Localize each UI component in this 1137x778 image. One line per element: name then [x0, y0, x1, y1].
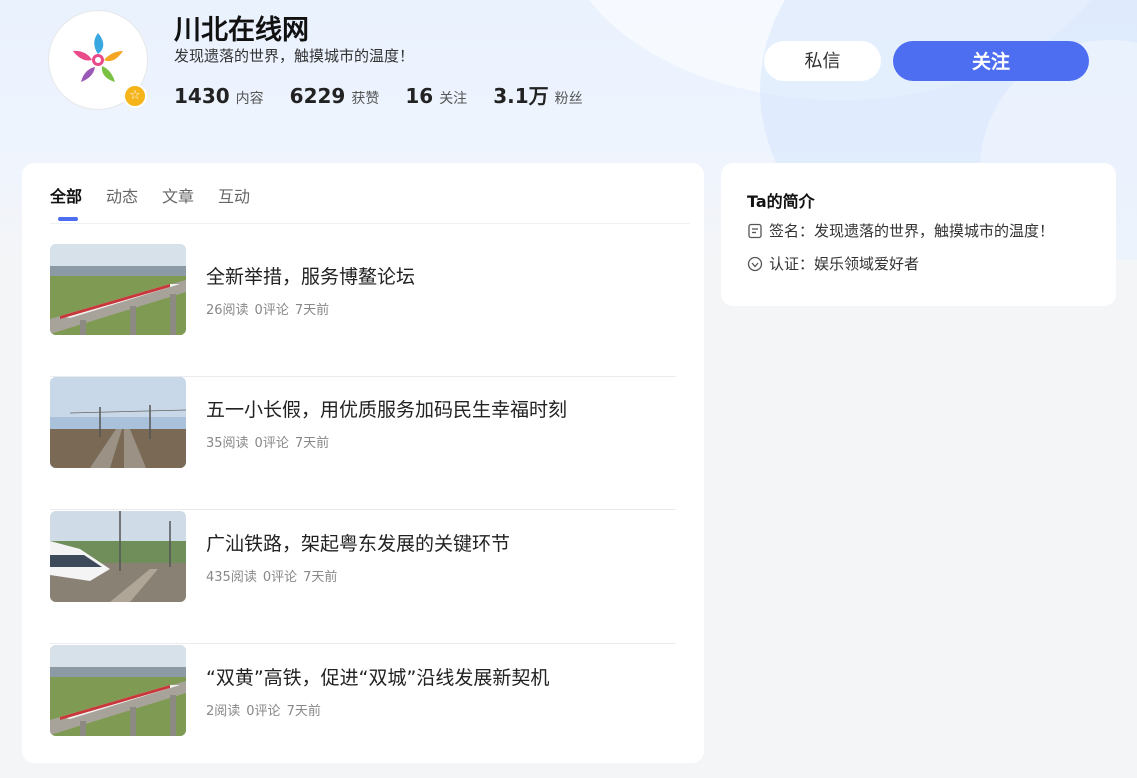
- article-item[interactable]: 全新举措，服务博鳌论坛 26阅读 0评论 7天前: [50, 244, 676, 377]
- profile-name: 川北在线网: [174, 15, 309, 46]
- train-bridge-icon: [50, 244, 186, 335]
- tab-all[interactable]: 全部: [50, 183, 82, 221]
- tab-interaction[interactable]: 互动: [218, 183, 250, 221]
- divider: [50, 509, 676, 510]
- tab-divider: [50, 223, 690, 224]
- certification-text: 认证：娱乐领域爱好者: [769, 255, 920, 273]
- article-title[interactable]: 全新举措，服务博鳌论坛: [206, 262, 415, 289]
- tab-articles[interactable]: 文章: [162, 183, 194, 221]
- comment-count: 0评论: [262, 570, 298, 585]
- article-item[interactable]: 广汕铁路，架起粤东发展的关键环节 435阅读 0评论 7天前: [50, 511, 676, 644]
- read-count: 2阅读: [206, 704, 241, 719]
- private-message-button[interactable]: 私信: [764, 41, 881, 81]
- content-card: 全部 动态 文章 互动 全新举措，服务博鳌论坛 26阅读 0评论 7天前 五一小…: [22, 163, 704, 763]
- intro-title: Ta的简介: [747, 192, 815, 211]
- stat-label: 关注: [439, 91, 468, 107]
- article-meta: 26阅读 0评论 7天前: [206, 299, 329, 318]
- intro-card: Ta的简介 签名：发现遗落的世界，触摸城市的温度！ 认证：娱乐领域爱好者: [721, 163, 1116, 306]
- article-item[interactable]: 五一小长假，用优质服务加码民生幸福时刻 35阅读 0评论 7天前: [50, 377, 676, 510]
- article-meta: 35阅读 0评论 7天前: [206, 432, 329, 451]
- document-icon: [748, 223, 762, 238]
- logo-icon: [73, 33, 123, 82]
- article-thumbnail[interactable]: [50, 511, 186, 602]
- profile-motto: 发现遗落的世界，触摸城市的温度！: [174, 47, 415, 65]
- article-thumbnail[interactable]: [50, 645, 186, 736]
- stat-label: 获赞: [351, 91, 380, 107]
- tab-bar: 全部 动态 文章 互动: [50, 183, 250, 221]
- article-item[interactable]: “双黄”高铁，促进“双城”沿线发展新契机 2阅读 0评论 7天前: [50, 645, 676, 778]
- article-title[interactable]: “双黄”高铁，促进“双城”沿线发展新契机: [206, 663, 549, 690]
- star-badge-icon: ☆: [123, 84, 147, 108]
- stat-value: 6229: [289, 84, 346, 108]
- stat-likes: 6229 获赞: [290, 84, 380, 108]
- stat-value: 16: [405, 84, 434, 108]
- article-meta: 435阅读 0评论 7天前: [206, 566, 337, 585]
- profile-stats: 1430 内容 6229 获赞 16 关注 3.1万 粉丝: [174, 80, 583, 109]
- comment-count: 0评论: [254, 303, 289, 318]
- stat-fans[interactable]: 3.1万 粉丝: [493, 80, 582, 109]
- bullet-train-icon: [50, 511, 186, 602]
- read-count: 26阅读: [206, 303, 249, 318]
- stat-label: 内容: [235, 91, 264, 107]
- divider: [50, 643, 676, 644]
- stat-value: 1430: [174, 84, 230, 108]
- stat-content[interactable]: 1430 内容: [174, 84, 264, 108]
- stat-value: 3.1万: [493, 84, 549, 108]
- article-title[interactable]: 广汕铁路，架起粤东发展的关键环节: [206, 529, 510, 556]
- publish-time: 7天前: [294, 303, 330, 318]
- railway-tracks-icon: [50, 377, 186, 468]
- comment-count: 0评论: [254, 436, 289, 451]
- signature-row: 签名：发现遗落的世界，触摸城市的温度！: [747, 220, 1054, 241]
- certification-row: 认证：娱乐领域爱好者: [747, 253, 919, 274]
- stat-label: 粉丝: [554, 91, 583, 107]
- comment-count: 0评论: [246, 704, 281, 719]
- read-count: 35阅读: [206, 436, 249, 451]
- publish-time: 7天前: [303, 570, 338, 585]
- article-thumbnail[interactable]: [50, 377, 186, 468]
- read-count: 435阅读: [206, 570, 257, 585]
- train-bridge-icon: [50, 645, 186, 736]
- publish-time: 7天前: [286, 704, 321, 719]
- article-thumbnail[interactable]: [50, 244, 186, 335]
- article-title[interactable]: 五一小长假，用优质服务加码民生幸福时刻: [206, 395, 567, 422]
- tab-dynamics[interactable]: 动态: [106, 183, 138, 221]
- signature-text: 签名：发现遗落的世界，触摸城市的温度！: [769, 222, 1055, 240]
- verified-icon: [747, 256, 763, 271]
- article-meta: 2阅读 0评论 7天前: [206, 700, 321, 719]
- follow-button[interactable]: 关注: [893, 41, 1089, 81]
- stat-following[interactable]: 16 关注: [405, 84, 467, 108]
- publish-time: 7天前: [294, 436, 330, 451]
